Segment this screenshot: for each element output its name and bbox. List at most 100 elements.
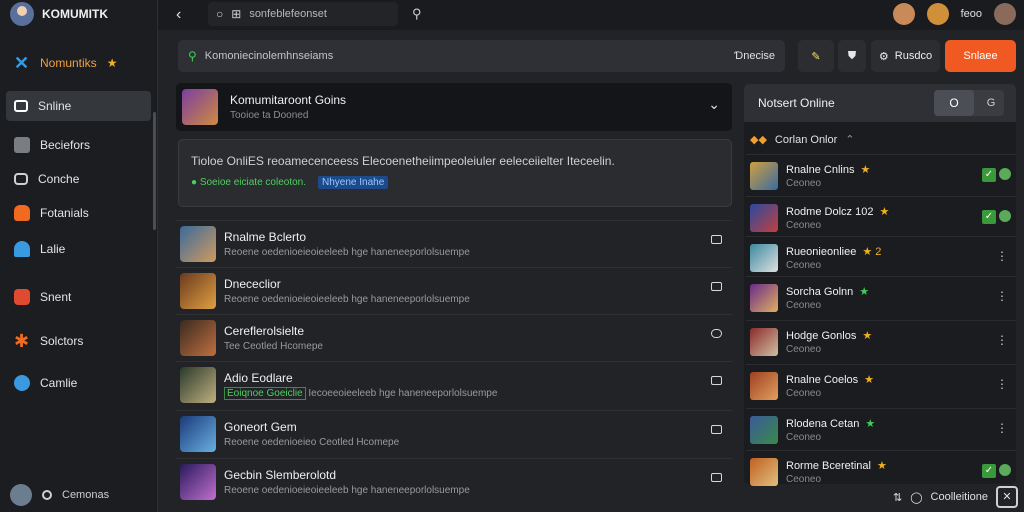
star-icon: ★ [860, 163, 871, 176]
online-user[interactable]: Rodme Dolcz 102 ★ Ceoneo ✓ [746, 196, 1016, 238]
list-item[interactable]: Cereflerolsielte Tee Ceotled Hcomepe [176, 314, 732, 360]
online-indicator-icon [999, 168, 1011, 180]
top-search-input[interactable]: ○ ⊞ sonfeblefeonset [208, 2, 398, 26]
online-user[interactable]: Rueonieonliee ★ 2 Ceoneo ⋮ [746, 236, 1016, 278]
message-icon[interactable] [711, 282, 722, 291]
item-subtitle-text: Iecoeeoieeleeb hge haneneeporlolsuempe [308, 387, 498, 399]
bottom-label[interactable]: Coolleitione [931, 491, 988, 503]
list-item[interactable]: Gecbin Slemberolotd Reoene oedenioeieoie… [176, 458, 732, 504]
chevron-down-icon[interactable]: ⌄ [708, 96, 720, 113]
expand-icon[interactable]: ✕ [996, 486, 1018, 508]
item-title: Dnececlior [224, 276, 281, 291]
toggle-on[interactable]: O [934, 90, 974, 116]
check-icon[interactable]: ✓ [982, 210, 996, 224]
more-options-icon[interactable]: ⋮ [996, 421, 1008, 435]
sidebar-item-online[interactable]: Snline [6, 91, 151, 121]
list-item[interactable]: Goneort Gem Reoene oedenioeieo Ceotled H… [176, 410, 732, 456]
sidebar-item-snent[interactable]: Snent [6, 282, 151, 312]
sidebar-item-home[interactable]: ✕ Nomuntiks ★ [6, 48, 151, 78]
user-label[interactable]: feoo [961, 8, 982, 20]
group-selector[interactable]: Komumitaroont Goins Tooioe ta Dooned ⌄ [176, 83, 732, 131]
record-icon [14, 289, 30, 305]
sidebar-item-beciefors[interactable]: Beciefors [6, 130, 151, 160]
online-subheader: ◆◆ Corlan Onlor ⌃ [750, 133, 855, 147]
online-user-name: Sorcha Golnn ★ [786, 285, 869, 298]
sidebar-item-lalie[interactable]: Lalie [6, 234, 151, 264]
status-icon [42, 490, 52, 500]
sidebar-item-label: Fotanials [40, 206, 89, 220]
message-icon[interactable] [711, 473, 722, 482]
online-user-name-text: Hodge Gonlos [786, 329, 857, 342]
shield-icon: ⛊ [847, 49, 857, 62]
more-options-icon[interactable]: ⋮ [996, 333, 1008, 347]
online-user[interactable]: Rlodena Cetan ★ Ceoneo ⋮ [746, 408, 1016, 450]
settings-sliders-icon[interactable]: ⇅ [893, 491, 902, 504]
app-title: KOMUMITK [42, 7, 108, 21]
heart-icon[interactable] [711, 329, 722, 338]
message-icon[interactable] [711, 376, 722, 385]
online-user-name: Rlodena Cetan ★ [786, 417, 875, 430]
avatar [180, 319, 216, 356]
message-icon[interactable] [711, 235, 722, 244]
check-icon[interactable]: ✓ [982, 464, 996, 478]
more-options-icon[interactable]: ⋮ [996, 377, 1008, 391]
sidebar-item-fotanials[interactable]: Fotanials [6, 198, 151, 228]
item-subtitle: Reoene oedenioeieoieeleeb hge haneneepor… [224, 293, 470, 305]
shield-button[interactable]: ⛊ [838, 40, 866, 72]
online-user-status: Ceoneo [786, 431, 822, 443]
star-icon: ★ [879, 205, 890, 218]
list-item[interactable]: Rnalme Bclerto Reoene oedenioeieoieeleeb… [176, 220, 732, 266]
sidebar-footer[interactable]: Cemonas [10, 484, 109, 506]
chat-icon[interactable]: ◯ [910, 491, 922, 504]
chevron-icon[interactable]: ⌃ [845, 133, 854, 146]
status-text: ● Soeioe eiciate coleoton. [191, 177, 307, 188]
pen-button[interactable]: ✎ [798, 40, 834, 72]
search-icon[interactable]: ⚲ [412, 6, 422, 22]
online-user-status: Ceoneo [786, 259, 822, 271]
item-subtitle: Tee Ceotled Hcomepe [224, 340, 323, 352]
online-subheader-label: Corlan Onlor [774, 133, 838, 146]
more-options-icon[interactable]: ⋮ [996, 289, 1008, 303]
sidebar-item-camlie[interactable]: Camlie [6, 368, 151, 398]
check-icon[interactable]: ✓ [982, 168, 996, 182]
avatar [180, 272, 216, 309]
search-right-label: Ɗnecise [734, 50, 775, 62]
online-user[interactable]: Hodge Gonlos ★ Ceoneo ⋮ [746, 320, 1016, 362]
user-avatar[interactable] [10, 484, 32, 506]
avatar [180, 415, 216, 452]
grid-icon: ⊞ [231, 7, 242, 21]
sidebar-item-conche[interactable]: Conche [6, 164, 151, 194]
online-indicator-icon [999, 464, 1011, 476]
avatar[interactable] [926, 3, 949, 25]
sidebar-item-label: Conche [38, 172, 80, 186]
toggle-off[interactable]: G [978, 90, 1004, 116]
diamond-icon: ◆◆ [750, 134, 767, 146]
online-user-name-text: Rorme Bceretinal [786, 459, 871, 472]
sidebar-scrollbar[interactable] [153, 112, 156, 230]
online-user-name-text: Rnalne Coelos [786, 373, 859, 386]
list-item[interactable]: Dnececlior Reoene oedenioeieoieeleeb hge… [176, 267, 732, 313]
more-options-icon[interactable]: ⋮ [996, 249, 1008, 263]
main-search-input[interactable]: ⚲ Komoniecinolemhnseiams Ɗnecise [178, 40, 785, 72]
avatar[interactable] [994, 3, 1016, 25]
online-user-name: Rodme Dolcz 102 ★ [786, 205, 889, 218]
search-icon: ⚲ [188, 49, 197, 63]
avatar [750, 371, 778, 400]
item-title: Rnalme Bclerto [224, 229, 307, 244]
list-item[interactable]: Adio Eodlare Eoiqnoe Goeiclie Iecoeeoiee… [176, 361, 732, 407]
star-icon: ★ 2 [862, 245, 882, 258]
back-arrow-icon[interactable]: ‹ [176, 6, 181, 24]
avatar [180, 366, 216, 403]
sidebar-brand-label: Nomuntiks [40, 56, 97, 70]
online-user[interactable]: Rnalne Coelos ★ Ceoneo ⋮ [746, 364, 1016, 406]
online-user[interactable]: Sorcha Golnn ★ Ceoneo ⋮ [746, 276, 1016, 318]
online-user[interactable]: Rnalne Cnlins ★ Ceoneo ✓ [746, 154, 1016, 196]
message-icon[interactable] [711, 425, 722, 434]
tag-link[interactable]: Nhyene Inahe [318, 176, 389, 189]
settings-button[interactable]: ⚙ Rusdco [871, 40, 940, 72]
panel-toggle[interactable]: O G [934, 90, 1004, 116]
avatar [750, 203, 778, 232]
primary-button[interactable]: Snlaee [945, 40, 1016, 72]
sidebar-item-solctors[interactable]: ✱ Solctors [6, 326, 151, 356]
avatar[interactable] [892, 3, 915, 25]
